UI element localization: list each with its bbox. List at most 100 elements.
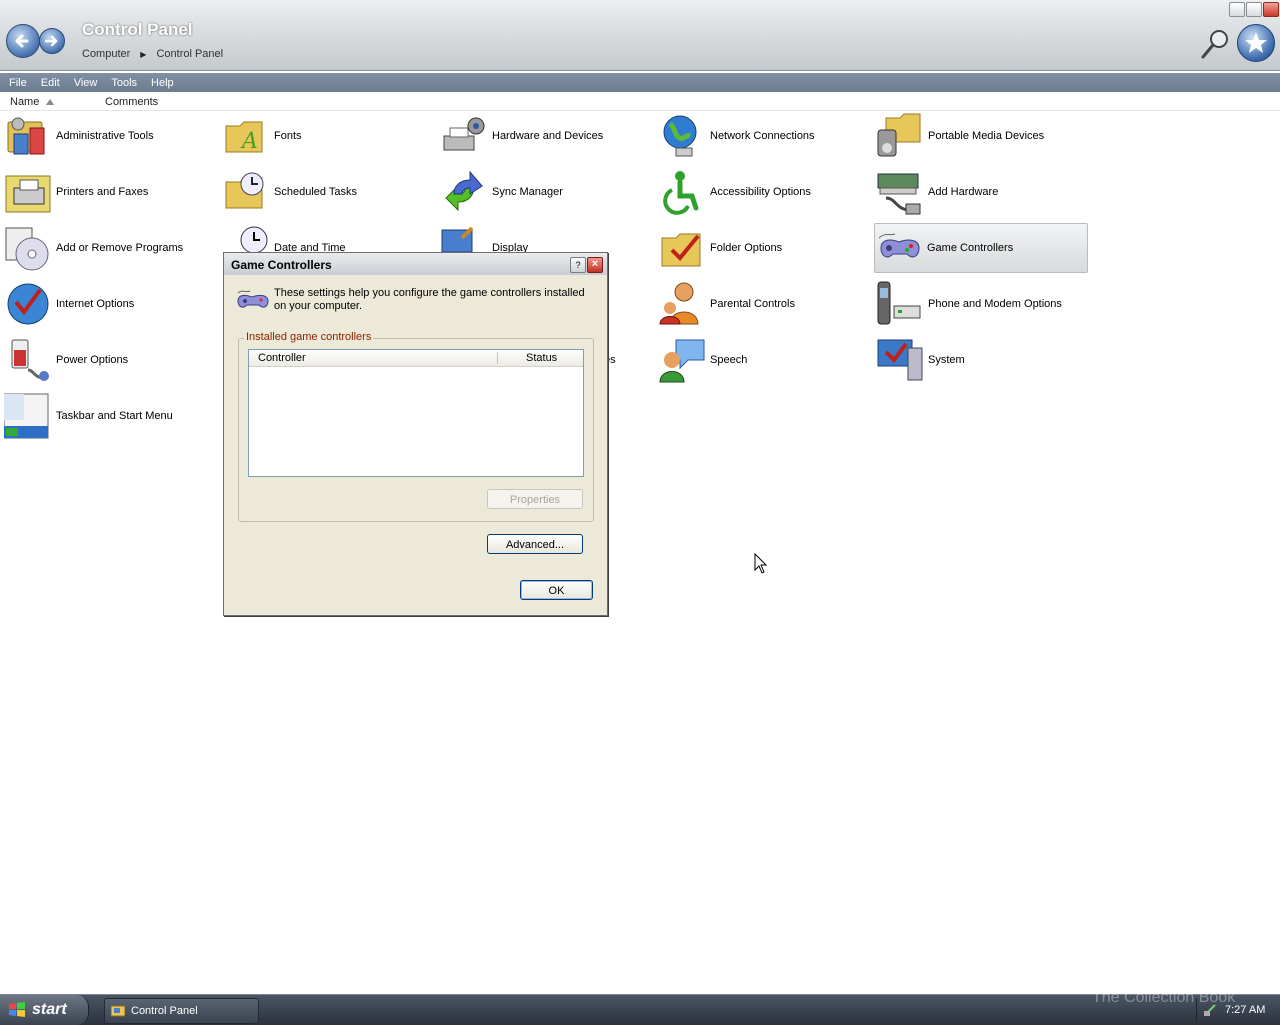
taskbar: start Control Panel The Collection Book … — [0, 989, 1280, 1025]
item-internet-options[interactable]: Internet Options — [4, 280, 134, 328]
item-add-hardware[interactable]: Add Hardware — [876, 168, 998, 216]
breadcrumb-computer[interactable]: Computer — [82, 48, 130, 60]
folder-options-icon — [661, 233, 701, 267]
windows-logo-icon — [9, 1002, 25, 1017]
item-label: Power Options — [56, 354, 129, 366]
task-label: Control Panel — [131, 1005, 198, 1017]
sort-ascending-icon — [46, 99, 54, 105]
menu-help[interactable]: Help — [144, 77, 181, 89]
item-portable-media-devices[interactable]: Portable Media Devices — [876, 112, 1044, 160]
window-title: Control Panel — [82, 20, 193, 39]
network-globe-icon — [663, 115, 697, 157]
taskbar-item-control-panel[interactable]: Control Panel — [104, 998, 259, 1024]
sync-arrows-icon — [445, 170, 483, 212]
column-status[interactable]: Status — [526, 352, 557, 364]
item-label: System — [928, 354, 965, 366]
item-scheduled-tasks[interactable]: Scheduled Tasks — [222, 168, 357, 216]
gamepad-icon — [237, 290, 269, 308]
menu-edit[interactable]: Edit — [34, 77, 67, 89]
breadcrumb-control-panel[interactable]: Control Panel — [156, 48, 223, 60]
title-bar: Control Panel Computer ▶ Control Panel — [0, 0, 1280, 71]
help-button[interactable]: ? — [570, 257, 586, 273]
fonts-folder-icon: A — [225, 121, 263, 154]
item-speech[interactable]: Speech — [658, 336, 747, 384]
control-panel-icon — [111, 1005, 125, 1017]
item-fonts[interactable]: A Fonts — [222, 112, 302, 160]
svg-text:A: A — [240, 129, 258, 154]
close-button[interactable] — [1263, 2, 1279, 17]
item-accessibility-options[interactable]: Accessibility Options — [658, 168, 811, 216]
start-label: start — [32, 1001, 67, 1018]
minimize-button[interactable] — [1229, 2, 1245, 17]
speech-icon — [659, 339, 705, 383]
network-tray-icon[interactable] — [1203, 1003, 1217, 1017]
item-label: Printers and Faxes — [56, 186, 149, 198]
parental-controls-icon — [659, 282, 699, 325]
clock[interactable]: 7:27 AM — [1225, 1004, 1265, 1016]
portable-media-icon — [877, 113, 921, 157]
gamepad-icon — [878, 233, 920, 258]
dialog-close-button[interactable]: × — [587, 257, 603, 273]
item-label: Sync Manager — [492, 186, 563, 198]
column-name[interactable]: Name — [10, 96, 39, 108]
properties-button[interactable]: Properties — [487, 489, 583, 509]
printer-icon — [5, 175, 51, 213]
back-button[interactable] — [6, 24, 40, 58]
accessibility-icon — [663, 171, 699, 215]
item-label: Accessibility Options — [710, 186, 811, 198]
item-label: Hardware and Devices — [492, 130, 604, 142]
item-label: Phone and Modem Options — [928, 298, 1062, 310]
favorites-button[interactable] — [1237, 24, 1275, 62]
start-button[interactable]: start — [0, 995, 89, 1025]
add-remove-programs-icon — [5, 227, 49, 271]
item-label: Administrative Tools — [56, 130, 154, 142]
column-comments[interactable]: Comments — [105, 96, 158, 108]
item-label: Parental Controls — [710, 298, 795, 310]
ok-button[interactable]: OK — [520, 580, 593, 600]
phone-modem-icon — [877, 281, 921, 325]
item-folder-options[interactable]: Folder Options — [658, 224, 782, 272]
item-label: Internet Options — [56, 298, 135, 310]
controllers-list[interactable]: Controller Status — [248, 349, 584, 477]
hardware-devices-icon — [443, 117, 485, 151]
forward-arrow-icon — [44, 35, 58, 47]
item-printers-and-faxes[interactable]: Printers and Faxes — [4, 168, 148, 216]
menu-tools[interactable]: Tools — [104, 77, 144, 89]
menu-view[interactable]: View — [67, 77, 105, 89]
star-icon — [1245, 32, 1267, 53]
item-label: Add or Remove Programs — [56, 242, 184, 254]
column-controller[interactable]: Controller — [258, 352, 306, 364]
group-label: Installed game controllers — [244, 331, 374, 343]
item-add-or-remove-programs[interactable]: Add or Remove Programs — [4, 224, 183, 272]
item-administrative-tools[interactable]: Administrative Tools — [4, 112, 154, 160]
back-arrow-icon — [15, 34, 29, 48]
item-label: Fonts — [274, 130, 302, 142]
item-power-options[interactable]: Power Options — [4, 336, 128, 384]
administrative-tools-icon — [7, 117, 45, 155]
item-label: Portable Media Devices — [928, 130, 1045, 142]
item-game-controllers[interactable]: Game Controllers — [874, 223, 1088, 273]
system-tray: 7:27 AM — [1196, 998, 1280, 1022]
add-hardware-icon — [877, 173, 921, 215]
breadcrumb-arrow-icon[interactable]: ▶ — [140, 50, 146, 59]
scheduled-tasks-icon — [225, 172, 264, 209]
item-taskbar-and-start-menu[interactable]: Taskbar and Start Menu — [4, 392, 173, 440]
maximize-button[interactable] — [1246, 2, 1262, 17]
breadcrumb: Computer ▶ Control Panel — [82, 48, 223, 60]
item-hardware-and-devices[interactable]: Hardware and Devices — [440, 112, 603, 160]
search-icon[interactable] — [1200, 28, 1230, 60]
menu-bar: File Edit View Tools Help — [0, 73, 1280, 92]
column-divider[interactable] — [497, 352, 498, 364]
advanced-button[interactable]: Advanced... — [487, 534, 583, 554]
item-label: Network Connections — [710, 130, 815, 142]
mouse-cursor-icon — [754, 553, 768, 574]
menu-file[interactable]: File — [0, 77, 34, 89]
dialog-title-bar[interactable]: Game Controllers ? × — [224, 253, 607, 275]
item-network-connections[interactable]: Network Connections — [658, 112, 815, 160]
item-phone-and-modem-options[interactable]: Phone and Modem Options — [876, 280, 1062, 328]
item-sync-manager[interactable]: Sync Manager — [440, 168, 563, 216]
item-system[interactable]: System — [876, 336, 965, 384]
item-label: Add Hardware — [928, 186, 999, 198]
item-parental-controls[interactable]: Parental Controls — [658, 280, 795, 328]
forward-button[interactable] — [39, 28, 65, 54]
